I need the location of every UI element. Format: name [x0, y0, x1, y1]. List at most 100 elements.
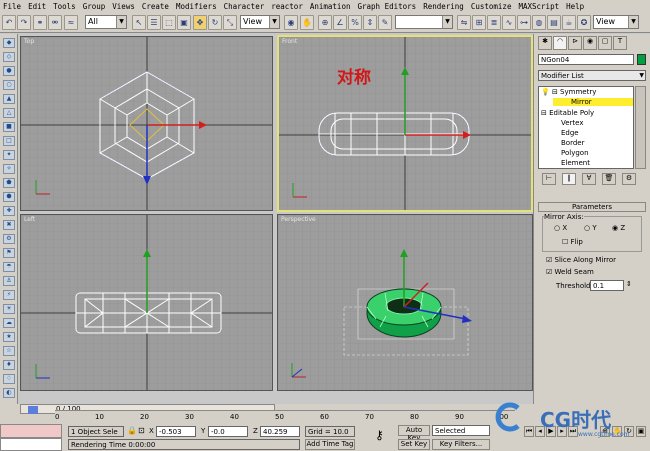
axis-y-radio[interactable]: ○ Y	[584, 224, 597, 232]
axis-x-radio[interactable]: ○ X	[554, 224, 567, 232]
menu-file[interactable]: File	[3, 2, 21, 11]
reactor-tool-icon[interactable]: △	[3, 108, 15, 118]
viewport-label-front[interactable]: Front	[282, 38, 297, 45]
select-and-move-icon[interactable]: ✥	[193, 15, 207, 30]
viewport-label-left[interactable]: Left	[24, 216, 35, 223]
threshold-field[interactable]: 0.1	[590, 280, 624, 291]
show-end-result-icon[interactable]: ∥	[562, 173, 576, 185]
slice-along-mirror-checkbox[interactable]: ☑ Slice Along Mirror	[546, 256, 616, 264]
material-editor-icon[interactable]: ◍	[532, 15, 546, 30]
menu-character[interactable]: Character	[224, 2, 265, 11]
menu-graph-editors[interactable]: Graph Editors	[357, 2, 416, 11]
window-crossing-icon[interactable]: ▣	[177, 15, 191, 30]
stack-item-edge[interactable]: Edge	[561, 129, 579, 137]
reactor-tool-icon[interactable]: ⬢	[3, 192, 15, 202]
reactor-tool-icon[interactable]: ✖	[3, 220, 15, 230]
viewport-front[interactable]: Front 对称	[277, 35, 533, 212]
layer-manager-icon[interactable]: ≣	[487, 15, 501, 30]
reactor-tool-icon[interactable]: ☀	[3, 304, 15, 314]
stack-item-polygon[interactable]: Polygon	[561, 149, 589, 157]
menu-group[interactable]: Group	[83, 2, 106, 11]
rectangular-selection-icon[interactable]: ⬚	[162, 15, 176, 30]
time-slider-thumb[interactable]	[28, 406, 38, 414]
menu-modifiers[interactable]: Modifiers	[176, 2, 217, 11]
unlink-icon[interactable]: ⚮	[48, 15, 62, 30]
modifier-list-dropdown[interactable]: Modifier List ▼	[538, 70, 646, 81]
ngon-mesh-front[interactable]	[318, 112, 470, 156]
render-last-icon[interactable]: ✪	[577, 15, 591, 30]
pivot-center-icon[interactable]: ◉	[284, 15, 298, 30]
reactor-tool-icon[interactable]: ♦	[3, 360, 15, 370]
menu-edit[interactable]: Edit	[28, 2, 46, 11]
angle-snap-icon[interactable]: ∠	[333, 15, 347, 30]
select-object-icon[interactable]: ↖	[132, 15, 146, 30]
maximize-viewport-icon[interactable]: ▣	[636, 426, 646, 437]
reactor-tool-icon[interactable]: ⚓	[3, 276, 15, 286]
menu-tools[interactable]: Tools	[53, 2, 76, 11]
select-link-icon[interactable]: ⚭	[33, 15, 47, 30]
maxscript-mini-listener[interactable]	[0, 438, 62, 451]
select-and-rotate-icon[interactable]: ↻	[208, 15, 222, 30]
viewport-left[interactable]: Left	[20, 214, 273, 391]
menu-create[interactable]: Create	[142, 2, 169, 11]
object-color-swatch[interactable]	[637, 54, 646, 65]
reactor-tool-icon[interactable]: ■	[3, 122, 15, 132]
key-mode-dropdown[interactable]: Selected	[432, 425, 490, 436]
reactor-tool-icon[interactable]: ⬟	[3, 178, 15, 188]
reactor-tool-icon[interactable]: ★	[3, 332, 15, 342]
named-selection-icon[interactable]: ✎	[378, 15, 392, 30]
x-coordinate-field[interactable]: -0.503	[156, 426, 196, 437]
menu-reactor[interactable]: reactor	[271, 2, 303, 11]
reactor-tool-icon[interactable]: ✦	[3, 150, 15, 160]
render-type-dropdown[interactable]: View ▼	[593, 15, 639, 29]
auto-key-button[interactable]: Auto Key	[398, 425, 430, 442]
reactor-tool-icon[interactable]: ♢	[3, 374, 15, 384]
weld-seam-checkbox[interactable]: ☑ Weld Seam	[546, 268, 594, 276]
object-name-field[interactable]: NGon04	[538, 54, 634, 65]
reactor-tool-icon[interactable]: ☆	[3, 346, 15, 356]
track-bar[interactable]: 0 10 20 30 40 50 60 70 80 90 100	[55, 410, 515, 424]
pin-stack-icon[interactable]: ⊢	[542, 173, 556, 185]
align-icon[interactable]: ⊞	[472, 15, 486, 30]
remove-modifier-icon[interactable]: 🗑	[602, 173, 616, 185]
configure-modifier-sets-icon[interactable]: ⚙	[622, 173, 636, 185]
flip-checkbox[interactable]: ☐ Flip	[562, 238, 583, 246]
spinner-snap-icon[interactable]: ⇕	[363, 15, 377, 30]
create-tab-icon[interactable]: ✱	[538, 36, 552, 50]
threshold-spinner[interactable]: ⇕	[626, 280, 632, 288]
stack-scrollbar[interactable]	[635, 86, 646, 169]
viewport-label-perspective[interactable]: Perspective	[281, 216, 316, 223]
add-time-tag-button[interactable]: Add Time Tag	[305, 439, 355, 450]
set-key-button[interactable]: Set Key	[398, 439, 430, 450]
reactor-tool-icon[interactable]: ⚙	[3, 234, 15, 244]
reactor-tool-icon[interactable]: ▲	[3, 94, 15, 104]
reactor-tool-icon[interactable]: ☂	[3, 262, 15, 272]
schematic-view-icon[interactable]: ⊶	[517, 15, 531, 30]
stack-item-mirror[interactable]: Mirror	[553, 98, 633, 106]
menu-help[interactable]: Help	[566, 2, 584, 11]
reactor-tool-icon[interactable]: ●	[3, 66, 15, 76]
reactor-tool-icon[interactable]: ✧	[3, 164, 15, 174]
select-and-scale-icon[interactable]: ⤡	[223, 15, 237, 30]
reactor-tool-icon[interactable]: ◆	[3, 38, 15, 48]
reactor-tool-icon[interactable]: ✚	[3, 206, 15, 216]
stack-item-element[interactable]: Element	[561, 159, 590, 167]
modify-tab-icon[interactable]: ◠	[553, 36, 567, 50]
reactor-tool-icon[interactable]: ☁	[3, 318, 15, 328]
ngon-mesh-left[interactable]	[75, 292, 222, 334]
selection-filter-dropdown[interactable]: All ▼	[85, 15, 127, 29]
menu-views[interactable]: Views	[112, 2, 135, 11]
select-manipulate-icon[interactable]: ✋	[300, 15, 314, 30]
menu-maxscript[interactable]: MAXScript	[518, 2, 559, 11]
render-scene-icon[interactable]: ▤	[547, 15, 561, 30]
go-to-start-icon[interactable]: ⏮	[524, 426, 534, 437]
menu-rendering[interactable]: Rendering	[423, 2, 464, 11]
redo-icon[interactable]: ↷	[17, 15, 31, 30]
reactor-tool-icon[interactable]: ◇	[3, 52, 15, 62]
stack-item-border[interactable]: Border	[561, 139, 584, 147]
select-by-name-icon[interactable]: ☰	[147, 15, 161, 30]
viewport-top[interactable]: Top	[20, 36, 273, 211]
maxscript-listener[interactable]	[0, 424, 62, 438]
make-unique-icon[interactable]: ∀	[582, 173, 596, 185]
snap-toggle-icon[interactable]: ⊕	[318, 15, 332, 30]
